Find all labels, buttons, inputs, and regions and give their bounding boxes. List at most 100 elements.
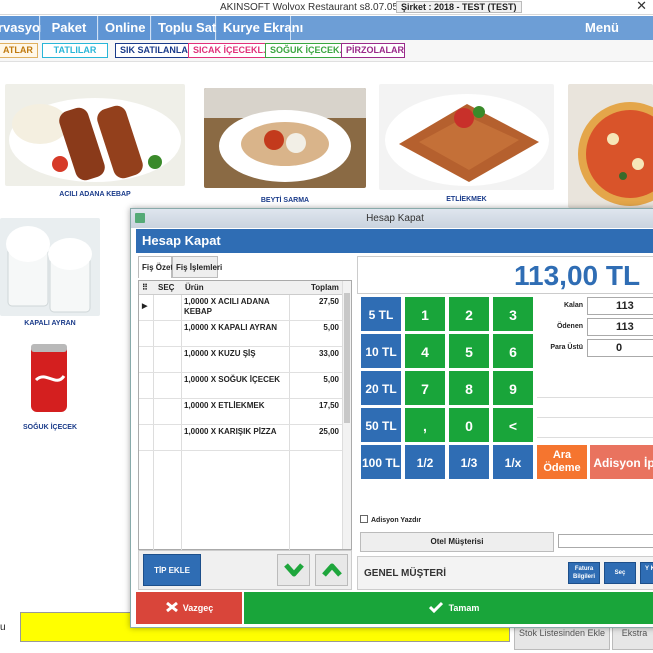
product-soguk-icecek[interactable]: SOĞUK İÇECEK: [0, 340, 100, 435]
otel-musterisi-input[interactable]: [558, 534, 653, 548]
category-bar: ATLAR TATLILAR SIK SATILANLAR SICAK İÇEC…: [0, 40, 653, 62]
top-menubar: rvasyon Paket Online Toplu Satış Kurye E…: [0, 16, 653, 40]
menu-online[interactable]: Online: [99, 16, 151, 40]
key-7[interactable]: 7: [404, 370, 446, 406]
col-toplam: Toplam: [311, 283, 339, 292]
para-ustu-value: 0: [587, 339, 653, 357]
category-tab-atlar[interactable]: ATLAR: [0, 43, 38, 58]
category-tab-sik-satilanlar[interactable]: SIK SATILANLAR: [115, 43, 200, 58]
key-2[interactable]: 2: [448, 296, 490, 332]
key-6[interactable]: 6: [492, 333, 534, 369]
kalan-value: 113: [587, 297, 653, 315]
vazgec-button[interactable]: Vazgeç: [136, 592, 242, 624]
category-tab-pirzolalar[interactable]: PİRZOLALAR: [341, 43, 405, 58]
tab-fis-ozeti[interactable]: Fiş Özeti: [138, 256, 175, 278]
key-100tl[interactable]: 100 TL: [360, 444, 402, 480]
product-etliekmek[interactable]: ETLİEKMEK: [379, 84, 554, 206]
category-tab-tatlilar[interactable]: TATLILAR: [42, 43, 108, 58]
current-row-icon: ▶: [142, 303, 148, 310]
key-4[interactable]: 4: [404, 333, 446, 369]
customer-name: GENEL MÜŞTERİ: [364, 568, 447, 579]
key-5tl[interactable]: 5 TL: [360, 296, 402, 332]
footer-prefix: u: [0, 622, 6, 633]
yeni-kayit-button[interactable]: Y K: [640, 562, 653, 584]
col-urun: Ürün: [185, 283, 204, 292]
category-tab-soguk-icecekler[interactable]: SOĞUK İÇECEK...: [265, 43, 353, 58]
table-row[interactable]: 1,0000 X KUZU ŞİŞ 33,00: [139, 347, 343, 373]
dialog-header: Hesap Kapat: [136, 229, 653, 253]
tip-ekle-button[interactable]: TİP EKLE: [143, 554, 201, 586]
window-titlebar: AKINSOFT Wolvox Restaurant s8.07.05 Şirk…: [0, 0, 653, 15]
key-9[interactable]: 9: [492, 370, 534, 406]
product-kapali-ayran[interactable]: KAPALI AYRAN: [0, 218, 100, 332]
move-up-button[interactable]: [315, 554, 348, 586]
product-label: SOĞUK İÇECEK: [22, 424, 78, 431]
fatura-bilgileri-button[interactable]: Fatura Bilgileri: [568, 562, 600, 584]
close-icon[interactable]: ✕: [636, 0, 647, 14]
tab-fis-islemleri[interactable]: Fiş İşlemleri: [172, 256, 222, 278]
table-row[interactable]: 1,0000 X SOĞUK İÇECEK 5,00: [139, 373, 343, 399]
tamam-button[interactable]: Tamam: [244, 592, 653, 624]
beyti-sarma-image: [204, 88, 366, 188]
grid-header: ⠿ SEÇ Ürün Toplam: [139, 281, 351, 295]
product-label: ETLİEKMEK: [446, 196, 487, 203]
key-50tl[interactable]: 50 TL: [360, 407, 402, 443]
grid-scrollbar[interactable]: [342, 281, 351, 549]
odenen-value: 113: [587, 318, 653, 336]
chevron-down-icon: [283, 563, 304, 577]
product-label: ACILI ADANA KEBAP: [59, 191, 131, 198]
key-1-over-x[interactable]: 1/x: [492, 444, 534, 480]
table-row[interactable]: 1,0000 X ETLİEKMEK 17,50: [139, 399, 343, 425]
key-8[interactable]: 8: [448, 370, 490, 406]
total-amount: 113,00 TL: [357, 256, 653, 294]
menu-button[interactable]: Menü: [585, 16, 619, 40]
close-icon: [165, 601, 178, 613]
product-adana-kebap[interactable]: ACILI ADANA KEBAP: [5, 84, 185, 204]
dialog-titlebar: Hesap Kapat: [131, 209, 653, 228]
menu-rezervasyon[interactable]: rvasyon: [0, 16, 48, 40]
etliekmek-image: [379, 84, 554, 190]
key-3[interactable]: 3: [492, 296, 534, 332]
key-half[interactable]: 1/2: [404, 444, 446, 480]
company-label: Şirket : 2018 - TEST (TEST): [396, 1, 522, 13]
product-pizza[interactable]: [568, 84, 653, 209]
table-row[interactable]: 1,0000 X KAPALI AYRAN 5,00: [139, 321, 343, 347]
product-label: BEYTİ SARMA: [260, 197, 310, 204]
key-0[interactable]: 0: [448, 407, 490, 443]
product-label: KAPALI AYRAN: [24, 320, 76, 327]
key-20tl[interactable]: 20 TL: [360, 370, 402, 406]
key-1[interactable]: 1: [404, 296, 446, 332]
kapali-ayran-image: [0, 218, 100, 316]
receipt-grid: ⠿ SEÇ Ürün Toplam ▶ 1,0000 X ACILI ADANA…: [138, 280, 352, 551]
window-title: AKINSOFT Wolvox Restaurant s8.07.05: [220, 2, 399, 13]
move-down-button[interactable]: [277, 554, 310, 586]
hesap-kapat-dialog: Hesap Kapat Hesap Kapat Fiş Özeti Fiş İş…: [130, 208, 653, 628]
key-comma[interactable]: ,: [404, 407, 446, 443]
chevron-up-icon: [321, 563, 342, 577]
grid-corner-icon: ⠿: [142, 283, 148, 292]
adana-kebap-image: [5, 84, 185, 186]
checkmark-icon: [428, 601, 443, 614]
menu-kurye-ekrani[interactable]: Kurye Ekranı: [217, 16, 303, 40]
key-10tl[interactable]: 10 TL: [360, 333, 402, 369]
dialog-title: Hesap Kapat: [366, 213, 424, 224]
otel-musterisi-button[interactable]: Otel Müşterisi: [360, 532, 554, 552]
sec-button[interactable]: Seç: [604, 562, 636, 584]
category-tab-sicak-icecekler[interactable]: SICAK İÇECEKL...: [188, 43, 276, 58]
customer-panel: GENEL MÜŞTERİ Fatura Bilgileri Seç Y K: [357, 556, 653, 590]
soguk-icecek-image: [0, 340, 100, 414]
grid-footer: TİP EKLE: [138, 550, 352, 590]
key-third[interactable]: 1/3: [448, 444, 490, 480]
checkbox-box[interactable]: [360, 515, 368, 523]
pizza-image: [568, 84, 653, 208]
table-row[interactable]: 1,0000 X KARIŞIK PİZZA 25,00: [139, 425, 343, 451]
product-beyti-sarma[interactable]: BEYTİ SARMA: [204, 88, 366, 208]
table-row[interactable]: ▶ 1,0000 X ACILI ADANA KEBAP 27,50: [139, 295, 343, 321]
menu-paket[interactable]: Paket: [41, 16, 98, 40]
key-5[interactable]: 5: [448, 333, 490, 369]
app-icon: [135, 213, 145, 223]
adisyon-yazdir-checkbox[interactable]: Adisyon Yazdır: [360, 515, 421, 524]
menu-toplu-satis[interactable]: Toplu Satış: [152, 16, 227, 40]
col-sec: SEÇ: [158, 283, 175, 292]
key-backspace[interactable]: <: [492, 407, 534, 443]
